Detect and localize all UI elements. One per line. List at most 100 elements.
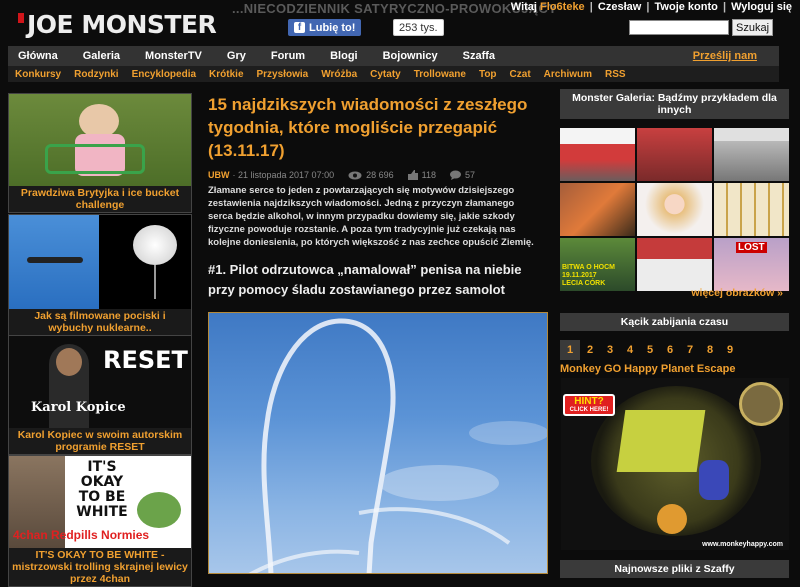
gallery-thumb-7[interactable]: BITWA O HOCM 19.11.2017 LECIA CÓRK xyxy=(560,238,635,291)
article-photo[interactable] xyxy=(208,312,548,574)
hint-button[interactable]: HINT? CLICK HERE! xyxy=(563,394,615,416)
files-header[interactable]: Najnowsze pliki z Szaffy xyxy=(560,560,789,578)
article-date: · 21 listopada 2017 07:00 xyxy=(232,170,335,180)
hint-sublabel: CLICK HERE! xyxy=(569,407,609,413)
logout-link[interactable]: Wyloguj się xyxy=(731,1,792,13)
subnav-rss[interactable]: RSS xyxy=(605,69,626,80)
gallery-header[interactable]: Monster Galeria: Bądźmy przykładem dla i… xyxy=(560,89,789,119)
views-stat: 28 696 xyxy=(348,170,394,180)
likes-stat: 118 xyxy=(407,170,436,180)
nav-glowna[interactable]: Główna xyxy=(18,50,58,62)
game-frame[interactable]: HINT? CLICK HERE! www.monkeyhappy.com xyxy=(561,378,789,550)
site-tagline: ...NIECODZIENNIK SATYRYCZNO-PROWOKUJĄCY xyxy=(232,1,558,16)
gallery-thumb-3[interactable] xyxy=(714,128,789,181)
search-button[interactable]: Szukaj xyxy=(732,19,774,36)
subnav-rodzynki[interactable]: Rodzynki xyxy=(74,69,118,80)
nav-monstertv[interactable]: MonsterTV xyxy=(145,50,202,62)
nav-gry[interactable]: Gry xyxy=(227,50,246,62)
gallery-thumb-6[interactable] xyxy=(714,183,789,236)
fb-like-count: 253 tys. xyxy=(393,19,444,36)
nav-bojownicy[interactable]: Bojownicy xyxy=(383,50,438,62)
more-images-link[interactable]: więcej obrazków » xyxy=(560,287,789,299)
gallery-thumb-1[interactable] xyxy=(560,128,635,181)
tile-image-missile xyxy=(9,215,191,309)
game-title[interactable]: Monkey GO Happy Planet Escape xyxy=(560,363,735,375)
fb-like-label: Lubię to! xyxy=(309,21,356,34)
article-lead: Złamane serce to jeden z powtarzających … xyxy=(208,185,534,248)
page-6[interactable]: 6 xyxy=(660,340,680,360)
page-1[interactable]: 1 xyxy=(560,340,580,360)
user-links: Witaj Flo6teke | Czesław | Twoje konto |… xyxy=(510,1,792,13)
tile-image-girl xyxy=(9,94,191,186)
nav-galeria[interactable]: Galeria xyxy=(83,50,120,62)
contrail-image xyxy=(248,318,547,573)
tile-image-okay: IT'S OKAY TO BE WHITE 4chan Redpills Nor… xyxy=(9,456,191,548)
game-url: www.monkeyhappy.com xyxy=(702,541,783,548)
gallery-thumb-9-text: LOST xyxy=(736,242,767,253)
fb-like-button[interactable]: f Lubię to! xyxy=(288,19,362,36)
page-7[interactable]: 7 xyxy=(680,340,700,360)
left-tile-3[interactable]: RESET Karol Kopice Karol Kopiec w swoim … xyxy=(8,335,192,455)
subnav-cytaty[interactable]: Cytaty xyxy=(370,69,401,80)
game-pagination: 1 2 3 4 5 6 7 8 9 xyxy=(560,340,740,360)
subnav-czat[interactable]: Czat xyxy=(510,69,531,80)
submit-link[interactable]: Prześlij nam xyxy=(693,50,757,62)
site-header: JOE MONSTER ...NIECODZIENNIK SATYRYCZNO-… xyxy=(0,0,800,46)
article-title[interactable]: 15 najdzikszych wiadomości z zeszłego ty… xyxy=(208,93,548,162)
search-input[interactable] xyxy=(629,20,729,35)
comments-count: 57 xyxy=(464,170,475,180)
gallery-thumb-4[interactable] xyxy=(560,183,635,236)
eye-icon xyxy=(348,171,362,179)
hint-label: HINT? xyxy=(574,396,604,407)
nav-blogi[interactable]: Blogi xyxy=(330,50,358,62)
monkey-character xyxy=(657,504,687,534)
site-logo[interactable]: JOE MONSTER xyxy=(18,10,217,39)
left-tile-1[interactable]: Prawdziwa Brytyjka i ice bucket challeng… xyxy=(8,93,192,213)
nav-forum[interactable]: Forum xyxy=(271,50,305,62)
subnav-encyklopedia[interactable]: Encyklopedia xyxy=(132,69,196,80)
nav-szaffa[interactable]: Szaffa xyxy=(463,50,495,62)
user-name-link[interactable]: Flo6teke xyxy=(540,1,585,13)
blue-creature xyxy=(699,460,729,500)
thumbs-up-icon xyxy=(407,170,418,180)
tile-caption: Karol Kopiec w swoim autorskim programie… xyxy=(17,429,183,453)
kill-time-header[interactable]: Kącik zabijania czasu xyxy=(560,313,789,331)
subnav-przyslowia[interactable]: Przysłowia xyxy=(257,69,309,80)
subnav-trollowane[interactable]: Trollowane xyxy=(414,69,466,80)
tile-4chan-text: 4chan Redpills Normies xyxy=(13,528,150,542)
page-9[interactable]: 9 xyxy=(720,340,740,360)
gallery-thumb-9[interactable]: LOST xyxy=(714,238,789,291)
left-tile-2[interactable]: Jak są filmowane pociski i wybuchy nukle… xyxy=(8,214,192,336)
tile-reset-text: RESET xyxy=(103,346,188,374)
files-box: Najnowsze pliki z Szaffy xyxy=(560,560,789,578)
subnav-krotkie[interactable]: Krótkie xyxy=(209,69,243,80)
gallery-thumb-8[interactable] xyxy=(637,238,712,291)
article-author[interactable]: UBW xyxy=(208,170,230,180)
logo-red-mark xyxy=(18,12,24,23)
account-link[interactable]: Twoje konto xyxy=(655,1,718,13)
page-2[interactable]: 2 xyxy=(580,340,600,360)
subnav-archiwum[interactable]: Archiwum xyxy=(544,69,592,80)
tile-caption: Prawdziwa Brytyjka i ice bucket challeng… xyxy=(20,187,180,211)
page-8[interactable]: 8 xyxy=(700,340,720,360)
gallery-thumb-2[interactable] xyxy=(637,128,712,181)
czeslaw-link[interactable]: Czesław xyxy=(598,1,641,13)
right-column: Monster Galeria: Bądźmy przykładem dla i… xyxy=(560,89,789,119)
subnav-konkursy[interactable]: Konkursy xyxy=(15,69,61,80)
subnav-top[interactable]: Top xyxy=(479,69,497,80)
gallery-thumb-5[interactable] xyxy=(637,183,712,236)
facebook-icon: f xyxy=(294,22,305,33)
page-4[interactable]: 4 xyxy=(620,340,640,360)
tile-caption: Jak są filmowane pociski i wybuchy nukle… xyxy=(34,310,166,334)
greeting-text: Witaj xyxy=(510,1,537,13)
gallery-grid: BITWA O HOCM 19.11.2017 LECIA CÓRK LOST xyxy=(560,128,789,291)
comments-stat: 57 xyxy=(449,170,475,180)
tile-reset-name: Karol Kopice xyxy=(31,400,126,415)
subnav-wrozba[interactable]: Wróżba xyxy=(321,69,357,80)
tile-okay-text: IT'S OKAY TO BE WHITE xyxy=(76,459,128,520)
page-3[interactable]: 3 xyxy=(600,340,620,360)
gallery-thumb-7-text: BITWA O HOCM 19.11.2017 LECIA CÓRK xyxy=(562,264,616,287)
left-tile-4[interactable]: IT'S OKAY TO BE WHITE 4chan Redpills Nor… xyxy=(8,455,192,587)
article: 15 najdzikszych wiadomości z zeszłego ty… xyxy=(208,93,548,162)
page-5[interactable]: 5 xyxy=(640,340,660,360)
